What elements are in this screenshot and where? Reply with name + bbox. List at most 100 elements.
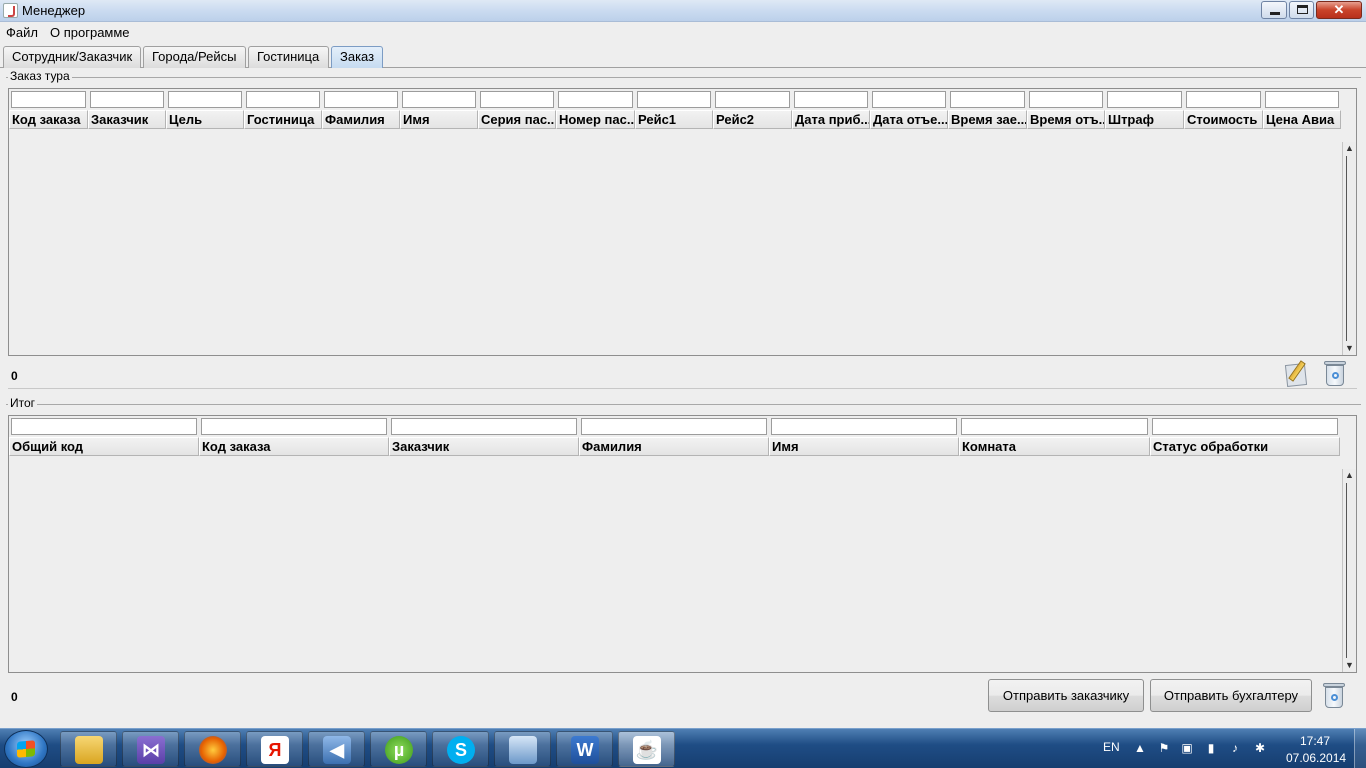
menu-file[interactable]: Файл [4,25,40,40]
summary-filter-input[interactable] [961,418,1148,435]
action-center-icon[interactable]: ⚑ [1157,741,1171,755]
taskbar-firefox[interactable] [184,731,241,767]
orders-footer: 0 [8,356,1357,389]
summary-column-header[interactable]: Фамилия [579,437,769,456]
trash-icon[interactable] [1322,358,1348,388]
orders-filter-input[interactable] [1265,91,1339,108]
utorrent-icon: µ [385,736,413,764]
summary-filter-input[interactable] [11,418,197,435]
minimize-button[interactable] [1261,1,1287,19]
summary-filter-input[interactable] [201,418,387,435]
orders-column-header[interactable]: Штраф [1105,110,1184,129]
orders-column-header[interactable]: Цель [166,110,244,129]
scroll-track[interactable] [1346,483,1353,658]
tab-employee-customer[interactable]: Сотрудник/Заказчик [3,46,141,68]
orders-column: Дата отъе... [870,89,948,129]
orders-column-header[interactable]: Код заказа [9,110,88,129]
orders-column-header[interactable]: Дата приб... [792,110,870,129]
summary-column-header[interactable]: Комната [959,437,1150,456]
summary-scrollbar[interactable]: ▲ ▼ [1342,469,1356,672]
orders-column-header[interactable]: Рейс2 [713,110,792,129]
language-indicator[interactable]: EN [1103,740,1120,754]
orders-column-header[interactable]: Рейс1 [635,110,713,129]
dropbox-icon[interactable]: ✱ [1253,741,1267,755]
summary-column-header[interactable]: Статус обработки [1150,437,1340,456]
summary-column: Имя [769,416,959,456]
clock-time[interactable]: 17:47 [1300,734,1330,748]
orders-column-header[interactable]: Имя [400,110,478,129]
orders-filter-input[interactable] [90,91,164,108]
tab-hotel[interactable]: Гостиница [248,46,329,68]
taskbar-explorer[interactable] [60,731,117,767]
taskbar-visual-studio[interactable]: ⋈ [122,731,179,767]
orders-column: Фамилия [322,89,400,129]
orders-filter-input[interactable] [402,91,476,108]
taskbar-skype[interactable]: S [432,731,489,767]
menu-about[interactable]: О программе [48,25,132,40]
send-to-customer-button[interactable]: Отправить заказчику [988,679,1144,712]
orders-column-header[interactable]: Серия пас... [478,110,556,129]
orders-filter-input[interactable] [950,91,1025,108]
audio-icon: ◀ [323,736,351,764]
orders-column-header[interactable]: Цена Авиа [1263,110,1341,129]
java-app-icon [3,3,18,18]
device-icon[interactable]: ▣ [1180,741,1194,755]
taskbar-yandex[interactable]: Я [246,731,303,767]
show-desktop-button[interactable] [1354,729,1366,768]
orders-scrollbar[interactable]: ▲ ▼ [1342,142,1356,355]
orders-filter-input[interactable] [11,91,86,108]
tab-cities-flights[interactable]: Города/Рейсы [143,46,246,68]
summary-filter-input[interactable] [771,418,957,435]
summary-column-header[interactable]: Имя [769,437,959,456]
send-to-accountant-button[interactable]: Отправить бухгалтеру [1150,679,1312,712]
orders-column-header[interactable]: Время зае... [948,110,1027,129]
summary-filter-input[interactable] [581,418,767,435]
scroll-down-arrow-icon[interactable]: ▼ [1343,659,1356,672]
summary-column-header[interactable]: Заказчик [389,437,579,456]
taskbar-java[interactable]: ☕ [618,731,675,767]
orders-column-header[interactable]: Номер пас... [556,110,635,129]
scroll-up-arrow-icon[interactable]: ▲ [1343,469,1356,482]
orders-filter-input[interactable] [480,91,554,108]
orders-filter-input[interactable] [637,91,711,108]
orders-column-header[interactable]: Гостиница [244,110,322,129]
taskbar-word[interactable]: W [556,731,613,767]
taskbar-virtualbox[interactable] [494,731,551,767]
tab-order[interactable]: Заказ [331,46,383,69]
orders-filter-input[interactable] [1107,91,1182,108]
orders-filter-input[interactable] [558,91,633,108]
orders-filter-input[interactable] [1186,91,1261,108]
orders-column-header[interactable]: Фамилия [322,110,400,129]
scroll-track[interactable] [1346,156,1353,341]
orders-column-header[interactable]: Стоимость [1184,110,1263,129]
edit-icon[interactable] [1284,358,1312,388]
close-button[interactable]: ✕ [1316,1,1362,19]
orders-filter-input[interactable] [794,91,868,108]
orders-column-header[interactable]: Дата отъе... [870,110,948,129]
show-hidden-icons-icon[interactable]: ▲ [1133,741,1147,755]
orders-filter-input[interactable] [1029,91,1103,108]
summary-filter-input[interactable] [391,418,577,435]
taskbar-audio[interactable]: ◀ [308,731,365,767]
taskbar-utorrent[interactable]: µ [370,731,427,767]
start-button[interactable] [4,730,48,768]
orders-column-header[interactable]: Заказчик [88,110,166,129]
scroll-up-arrow-icon[interactable]: ▲ [1343,142,1356,155]
skype-icon: S [447,736,475,764]
volume-icon[interactable]: ♪ [1228,741,1242,755]
summary-filter-input[interactable] [1152,418,1338,435]
network-signal-icon[interactable]: ▮ [1204,741,1218,755]
taskbar: ⋈ Я ◀ µ S W ☕ EN ▲ ⚑ ▣ ▮ ♪ ✱ 17:47 07.06… [0,728,1366,768]
orders-filter-input[interactable] [246,91,320,108]
maximize-button[interactable] [1289,1,1314,19]
orders-filter-input[interactable] [324,91,398,108]
summary-column-header[interactable]: Код заказа [199,437,389,456]
orders-column-header[interactable]: Время отъ... [1027,110,1105,129]
orders-filter-input[interactable] [872,91,946,108]
clock-date[interactable]: 07.06.2014 [1286,751,1346,765]
orders-filter-input[interactable] [168,91,242,108]
orders-filter-input[interactable] [715,91,790,108]
scroll-down-arrow-icon[interactable]: ▼ [1343,342,1356,355]
summary-column-header[interactable]: Общий код [9,437,199,456]
trash-icon[interactable] [1321,680,1347,710]
